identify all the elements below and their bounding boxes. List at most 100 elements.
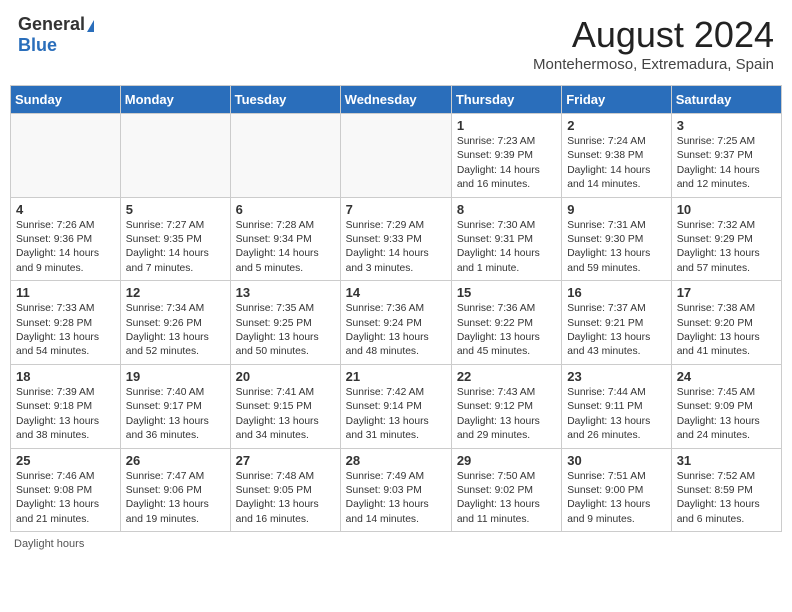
day-number: 29 [457, 453, 556, 468]
logo-general: General [18, 14, 85, 34]
day-number: 1 [457, 118, 556, 133]
day-info: Sunrise: 7:25 AM Sunset: 9:37 PM Dayligh… [677, 135, 776, 193]
day-number: 9 [567, 202, 665, 217]
calendar-cell: 5 Sunrise: 7:27 AM Sunset: 9:35 PM Daylig… [120, 197, 230, 281]
calendar-cell: 31 Sunrise: 7:52 AM Sunset: 8:59 PM Dayli… [671, 448, 781, 532]
day-number: 24 [677, 369, 776, 384]
calendar-cell: 4 Sunrise: 7:26 AM Sunset: 9:36 PM Daylig… [11, 197, 121, 281]
day-number: 22 [457, 369, 556, 384]
day-info: Sunrise: 7:31 AM Sunset: 9:30 PM Dayligh… [567, 219, 665, 277]
day-info: Sunrise: 7:42 AM Sunset: 9:14 PM Dayligh… [346, 386, 446, 444]
day-info: Sunrise: 7:27 AM Sunset: 9:35 PM Dayligh… [126, 219, 225, 277]
day-number: 8 [457, 202, 556, 217]
calendar-cell: 18 Sunrise: 7:39 AM Sunset: 9:18 PM Dayli… [11, 364, 121, 448]
day-info: Sunrise: 7:44 AM Sunset: 9:11 PM Dayligh… [567, 386, 665, 444]
day-number: 4 [16, 202, 115, 217]
day-info: Sunrise: 7:36 AM Sunset: 9:24 PM Dayligh… [346, 302, 446, 360]
calendar-cell: 10Sunrise: 7:32 AM Sunset: 9:29 PM Dayli… [671, 197, 781, 281]
day-number: 14 [346, 285, 446, 300]
weekday-header-saturday: Saturday [671, 86, 781, 114]
day-number: 19 [126, 369, 225, 384]
day-info: Sunrise: 7:46 AM Sunset: 9:08 PM Dayligh… [16, 470, 115, 528]
day-number: 13 [236, 285, 335, 300]
calendar-cell: 6 Sunrise: 7:28 AM Sunset: 9:34 PM Daylig… [230, 197, 340, 281]
weekday-header-tuesday: Tuesday [230, 86, 340, 114]
logo-text: General [18, 14, 94, 35]
day-number: 28 [346, 453, 446, 468]
calendar-cell [340, 114, 451, 198]
day-info: Sunrise: 7:30 AM Sunset: 9:31 PM Dayligh… [457, 219, 556, 277]
day-info: Sunrise: 7:29 AM Sunset: 9:33 PM Dayligh… [346, 219, 446, 277]
title-area: August 2024 Montehermoso, Extremadura, S… [533, 14, 774, 73]
day-number: 23 [567, 369, 665, 384]
calendar-cell: 16 Sunrise: 7:37 AM Sunset: 9:21 PM Dayli… [562, 281, 671, 365]
day-info: Sunrise: 7:39 AM Sunset: 9:18 PM Dayligh… [16, 386, 115, 444]
day-info: Sunrise: 7:50 AM Sunset: 9:02 PM Dayligh… [457, 470, 556, 528]
calendar-cell: 3 Sunrise: 7:25 AM Sunset: 9:37 PM Daylig… [671, 114, 781, 198]
logo-triangle-icon [87, 20, 94, 32]
day-info: Sunrise: 7:45 AM Sunset: 9:09 PM Dayligh… [677, 386, 776, 444]
day-number: 11 [16, 285, 115, 300]
location-subtitle: Montehermoso, Extremadura, Spain [533, 56, 774, 73]
calendar-cell: 25 Sunrise: 7:46 AM Sunset: 9:08 PM Dayli… [11, 448, 121, 532]
calendar-cell: 2 Sunrise: 7:24 AM Sunset: 9:38 PM Daylig… [562, 114, 671, 198]
day-info: Sunrise: 7:37 AM Sunset: 9:21 PM Dayligh… [567, 302, 665, 360]
day-number: 2 [567, 118, 665, 133]
day-info: Sunrise: 7:28 AM Sunset: 9:34 PM Dayligh… [236, 219, 335, 277]
calendar-cell: 11 Sunrise: 7:33 AM Sunset: 9:28 PM Dayli… [11, 281, 121, 365]
calendar-table: SundayMondayTuesdayWednesdayThursdayFrid… [10, 85, 782, 532]
day-number: 16 [567, 285, 665, 300]
calendar-cell: 14 Sunrise: 7:36 AM Sunset: 9:24 PM Dayli… [340, 281, 451, 365]
day-info: Sunrise: 7:23 AM Sunset: 9:39 PM Dayligh… [457, 135, 556, 193]
day-info: Sunrise: 7:33 AM Sunset: 9:28 PM Dayligh… [16, 302, 115, 360]
day-info: Sunrise: 7:51 AM Sunset: 9:00 PM Dayligh… [567, 470, 665, 528]
calendar-week-row: 11 Sunrise: 7:33 AM Sunset: 9:28 PM Dayli… [11, 281, 782, 365]
day-info: Sunrise: 7:43 AM Sunset: 9:12 PM Dayligh… [457, 386, 556, 444]
calendar-week-row: 4 Sunrise: 7:26 AM Sunset: 9:36 PM Daylig… [11, 197, 782, 281]
day-info: Sunrise: 7:49 AM Sunset: 9:03 PM Dayligh… [346, 470, 446, 528]
day-info: Sunrise: 7:36 AM Sunset: 9:22 PM Dayligh… [457, 302, 556, 360]
day-number: 26 [126, 453, 225, 468]
day-number: 18 [16, 369, 115, 384]
calendar-cell: 20Sunrise: 7:41 AM Sunset: 9:15 PM Dayli… [230, 364, 340, 448]
calendar-cell: 17Sunrise: 7:38 AM Sunset: 9:20 PM Dayli… [671, 281, 781, 365]
day-number: 31 [677, 453, 776, 468]
calendar-week-row: 25 Sunrise: 7:46 AM Sunset: 9:08 PM Dayli… [11, 448, 782, 532]
calendar-cell: 24 Sunrise: 7:45 AM Sunset: 9:09 PM Dayli… [671, 364, 781, 448]
calendar-cell: 30 Sunrise: 7:51 AM Sunset: 9:00 PM Dayli… [562, 448, 671, 532]
calendar-cell: 22 Sunrise: 7:43 AM Sunset: 9:12 PM Dayli… [451, 364, 561, 448]
calendar-cell: 26 Sunrise: 7:47 AM Sunset: 9:06 PM Dayli… [120, 448, 230, 532]
day-info: Sunrise: 7:48 AM Sunset: 9:05 PM Dayligh… [236, 470, 335, 528]
day-number: 30 [567, 453, 665, 468]
calendar-cell: 29 Sunrise: 7:50 AM Sunset: 9:02 PM Dayli… [451, 448, 561, 532]
day-info: Sunrise: 7:41 AM Sunset: 9:15 PM Dayligh… [236, 386, 335, 444]
calendar-cell: 13 Sunrise: 7:35 AM Sunset: 9:25 PM Dayli… [230, 281, 340, 365]
day-number: 25 [16, 453, 115, 468]
day-number: 5 [126, 202, 225, 217]
day-info: Sunrise: 7:35 AM Sunset: 9:25 PM Dayligh… [236, 302, 335, 360]
calendar-cell: 12Sunrise: 7:34 AM Sunset: 9:26 PM Dayli… [120, 281, 230, 365]
day-info: Sunrise: 7:47 AM Sunset: 9:06 PM Dayligh… [126, 470, 225, 528]
day-info: Sunrise: 7:34 AM Sunset: 9:26 PM Dayligh… [126, 302, 225, 360]
day-info: Sunrise: 7:24 AM Sunset: 9:38 PM Dayligh… [567, 135, 665, 193]
weekday-header-wednesday: Wednesday [340, 86, 451, 114]
logo: General Blue [18, 14, 94, 56]
day-info: Sunrise: 7:40 AM Sunset: 9:17 PM Dayligh… [126, 386, 225, 444]
day-number: 10 [677, 202, 776, 217]
weekday-header-monday: Monday [120, 86, 230, 114]
logo-blue: Blue [18, 35, 57, 56]
day-number: 15 [457, 285, 556, 300]
day-number: 6 [236, 202, 335, 217]
calendar-cell [11, 114, 121, 198]
calendar-cell [230, 114, 340, 198]
calendar-cell: 27Sunrise: 7:48 AM Sunset: 9:05 PM Dayli… [230, 448, 340, 532]
day-info: Sunrise: 7:52 AM Sunset: 8:59 PM Dayligh… [677, 470, 776, 528]
weekday-header-sunday: Sunday [11, 86, 121, 114]
weekday-header-thursday: Thursday [451, 86, 561, 114]
day-info: Sunrise: 7:26 AM Sunset: 9:36 PM Dayligh… [16, 219, 115, 277]
calendar-cell [120, 114, 230, 198]
calendar-cell: 28 Sunrise: 7:49 AM Sunset: 9:03 PM Dayli… [340, 448, 451, 532]
day-number: 3 [677, 118, 776, 133]
weekday-header-friday: Friday [562, 86, 671, 114]
calendar-cell: 23 Sunrise: 7:44 AM Sunset: 9:11 PM Dayli… [562, 364, 671, 448]
